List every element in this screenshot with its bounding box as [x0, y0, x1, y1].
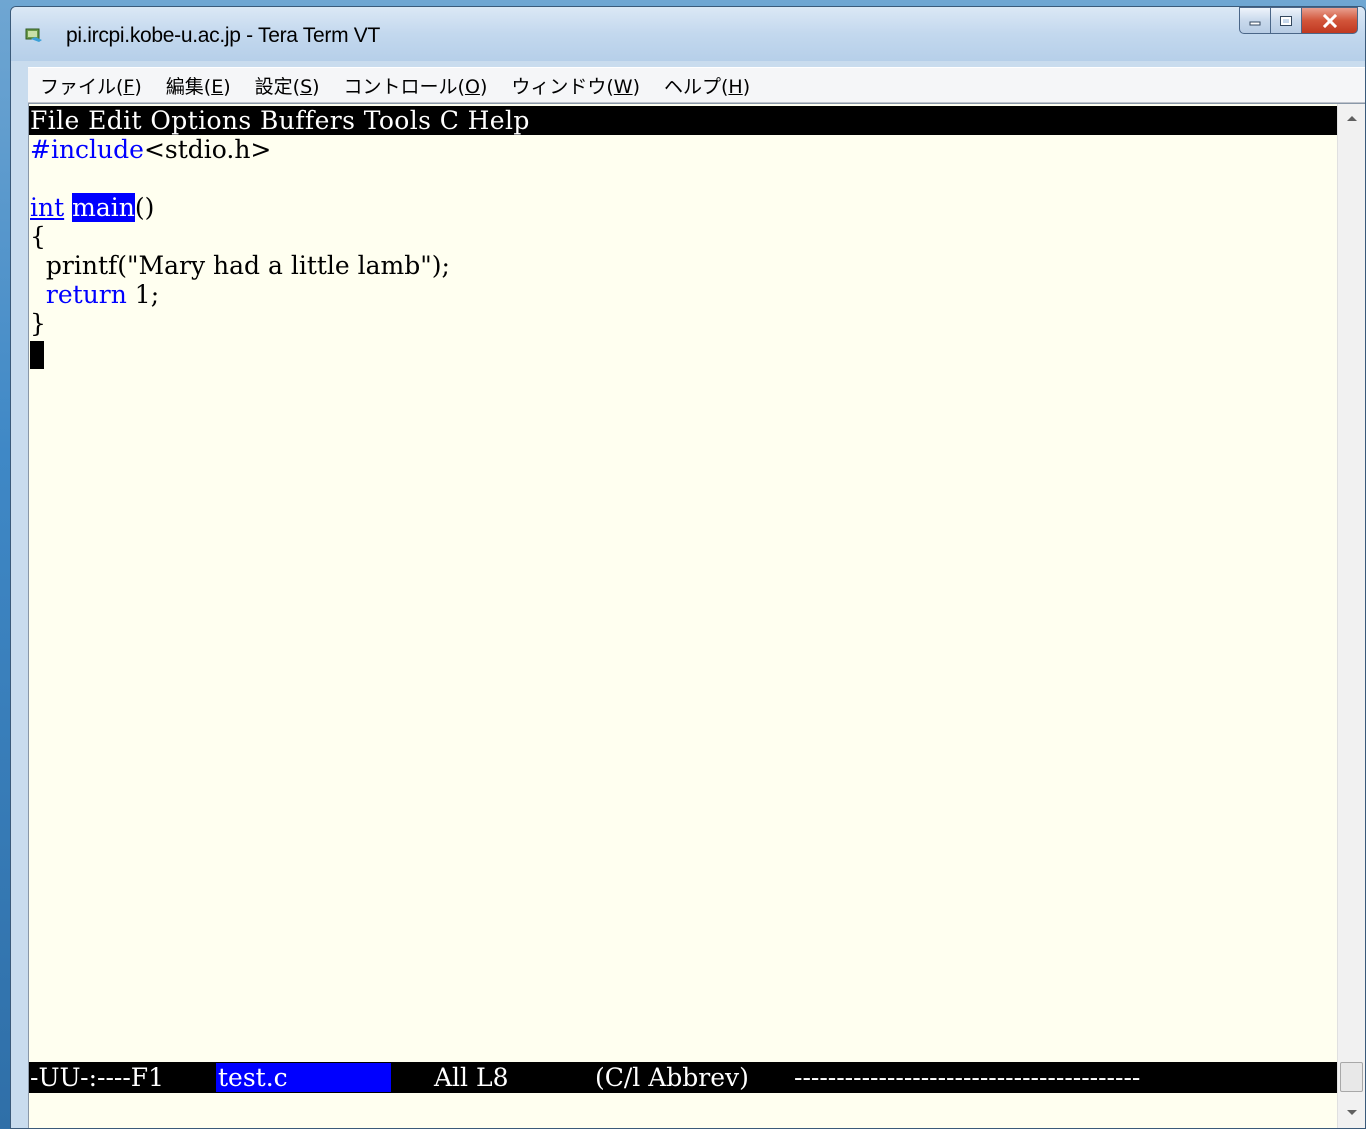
menu-file-key: F [123, 75, 135, 98]
text-cursor [30, 341, 44, 369]
code-line-1: #include<stdio.h> [30, 135, 271, 164]
menu-help-key: H [728, 75, 743, 98]
mode-line-status: -UU-:----F1 [30, 1063, 165, 1092]
int-keyword: int [30, 193, 65, 222]
mode-line-buffer-name[interactable]: test.c [216, 1063, 391, 1092]
menu-control[interactable]: コントロール(O) [332, 72, 500, 99]
scroll-down-arrow-icon[interactable] [1347, 1110, 1357, 1115]
maximize-button[interactable] [1271, 7, 1302, 34]
terminal-screen[interactable]: File Edit Options Buffers Tools C Help #… [29, 104, 1338, 1128]
main-parens: () [134, 193, 155, 222]
menu-file[interactable]: ファイル(F) [28, 72, 154, 99]
maximize-icon [1280, 15, 1292, 26]
tera-term-app-icon [25, 28, 42, 42]
menu-setup-label: 設定( [254, 75, 301, 98]
tera-term-window: pi.ircpi.kobe-u.ac.jp - Tera Term VT ファイ… [10, 6, 1366, 1129]
menu-help[interactable]: ヘルプ(H) [652, 72, 762, 99]
minimize-icon [1249, 21, 1261, 25]
menu-setup-key: S [300, 75, 313, 98]
code-line-3: int main() [30, 193, 154, 222]
vertical-scrollbar[interactable] [1337, 104, 1365, 1128]
menu-window-key: W [613, 75, 633, 98]
return-value: 1; [126, 280, 160, 309]
scroll-up-arrow-icon[interactable] [1347, 116, 1357, 121]
menu-edit-key: E [211, 75, 224, 98]
menu-control-label: コントロール( [343, 75, 465, 98]
menu-edit-label: 編集( [165, 75, 212, 98]
scrollbar-thumb[interactable] [1340, 1062, 1363, 1092]
emacs-mode-line: -UU-:----F1 test.c All L8 (C/l Abbrev) -… [29, 1062, 1338, 1093]
terminal-frame: File Edit Options Buffers Tools C Help #… [28, 103, 1365, 1128]
menu-file-label: ファイル( [40, 75, 124, 98]
mode-line-major-mode[interactable]: (C/l Abbrev) [595, 1063, 749, 1092]
menu-file-suffix: ) [134, 75, 142, 98]
close-button[interactable] [1302, 7, 1358, 34]
close-icon [1322, 13, 1337, 28]
menu-window-label: ウィンドウ( [511, 75, 614, 98]
title-bar[interactable]: pi.ircpi.kobe-u.ac.jp - Tera Term VT [11, 7, 1365, 61]
menu-setup-suffix: ) [312, 75, 320, 98]
code-line-7: } [30, 309, 46, 338]
include-directive: #include [30, 135, 144, 164]
window-title: pi.ircpi.kobe-u.ac.jp - Tera Term VT [66, 24, 381, 47]
window-controls [1239, 7, 1358, 35]
code-line-4: { [30, 222, 46, 251]
main-function-name: main [72, 193, 135, 222]
mode-line-position: All L8 [434, 1063, 509, 1092]
include-target: <stdio.h> [143, 135, 272, 164]
menu-edit[interactable]: 編集(E) [154, 72, 243, 99]
code-line-5: printf("Mary had a little lamb"); [30, 251, 450, 280]
menu-window[interactable]: ウィンドウ(W) [499, 72, 652, 99]
menu-help-label: ヘルプ( [664, 75, 729, 98]
menu-setup[interactable]: 設定(S) [243, 72, 332, 99]
menu-bar: ファイル(F) 編集(E) 設定(S) コントロール(O) ウィンドウ(W) ヘ… [28, 67, 1365, 103]
menu-edit-suffix: ) [223, 75, 231, 98]
return-keyword: return [45, 280, 127, 309]
emacs-menu-bar[interactable]: File Edit Options Buffers Tools C Help [29, 106, 1338, 135]
return-indent [30, 280, 46, 309]
minimize-button[interactable] [1239, 7, 1271, 34]
menu-help-suffix: ) [742, 75, 751, 98]
code-line-6: return 1; [30, 280, 159, 309]
menu-window-suffix: ) [632, 75, 640, 98]
menu-control-key: O [464, 75, 480, 98]
menu-control-suffix: ) [479, 75, 488, 98]
mode-line-fill: ----------------------------------------… [794, 1063, 1141, 1092]
